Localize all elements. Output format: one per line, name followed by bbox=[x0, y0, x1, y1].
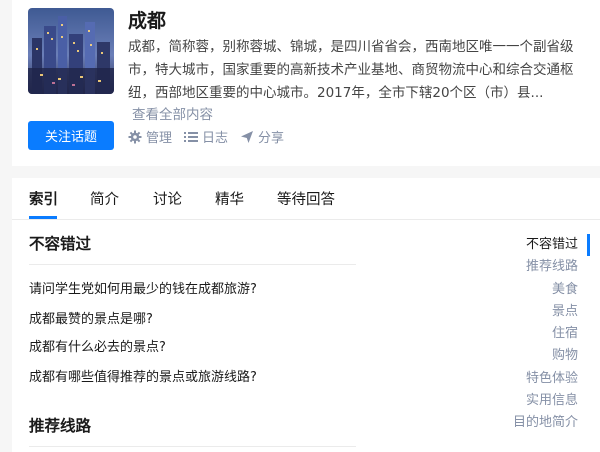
log-label: 日志 bbox=[202, 131, 229, 146]
toc-item-must-see[interactable]: 不容错过 bbox=[488, 234, 578, 256]
tab-discussion[interactable]: 讨论 bbox=[153, 188, 182, 209]
section-divider bbox=[29, 264, 356, 265]
topic-description-line: 成都，简称蓉，别称蓉城、锦城，是四川省省会，西南地区唯一一个副省级 bbox=[128, 39, 574, 55]
topic-content-card: 索引 简介 讨论 精华 等待回答 不容错过 请问学生党如何用最少的钱在成都旅游?… bbox=[12, 178, 600, 452]
send-icon bbox=[240, 130, 254, 144]
toc-item-lodging[interactable]: 住宿 bbox=[488, 323, 578, 345]
topic-tabs: 索引 简介 讨论 精华 等待回答 bbox=[12, 178, 600, 220]
gear-icon bbox=[128, 130, 142, 144]
view-all-content-link[interactable]: 查看全部内容 bbox=[132, 103, 213, 123]
topic-title: 成都 bbox=[128, 10, 167, 32]
question-link[interactable]: 成都有哪些值得推荐的景点或旅游线路? bbox=[29, 366, 257, 385]
list-icon bbox=[184, 131, 198, 143]
follow-topic-button[interactable]: 关注话题 bbox=[28, 121, 114, 150]
question-link[interactable]: 请问学生党如何用最少的钱在成都旅游? bbox=[29, 278, 257, 297]
toc-active-indicator bbox=[587, 234, 590, 256]
toc-item-experiences[interactable]: 特色体验 bbox=[488, 368, 578, 390]
section-title: 不容错过 bbox=[29, 235, 92, 253]
manage-button[interactable]: 管理 bbox=[128, 127, 172, 146]
toc-item-routes[interactable]: 推荐线路 bbox=[488, 256, 578, 278]
toc-item-destination-intro[interactable]: 目的地简介 bbox=[488, 412, 578, 434]
tab-featured[interactable]: 精华 bbox=[215, 188, 244, 209]
tab-index[interactable]: 索引 bbox=[29, 188, 58, 209]
log-button[interactable]: 日志 bbox=[184, 127, 228, 146]
toc-item-practical-info[interactable]: 实用信息 bbox=[488, 390, 578, 412]
question-link[interactable]: 成都最赞的景点是哪? bbox=[29, 308, 153, 327]
manage-label: 管理 bbox=[146, 131, 173, 146]
question-link[interactable]: 成都有什么必去的景点? bbox=[29, 336, 166, 355]
tab-intro[interactable]: 简介 bbox=[90, 188, 119, 209]
topic-header-card: 成都 成都，简称蓉，别称蓉城、锦城，是四川省省会，西南地区唯一一个副省级 市，特… bbox=[12, 0, 600, 166]
share-label: 分享 bbox=[258, 131, 285, 146]
toc-item-shopping[interactable]: 购物 bbox=[488, 345, 578, 367]
tab-awaiting-answers[interactable]: 等待回答 bbox=[277, 188, 335, 209]
section-title: 推荐线路 bbox=[29, 417, 92, 435]
section-divider bbox=[29, 446, 356, 447]
table-of-contents: 不容错过 推荐线路 美食 景点 住宿 购物 特色体验 实用信息 目的地简介 bbox=[488, 234, 578, 435]
share-button[interactable]: 分享 bbox=[240, 127, 284, 146]
topic-description-line: 市，特大城市，国家重要的高新技术产业基地、商贸物流中心和综合交通枢 bbox=[128, 62, 574, 78]
active-tab-indicator bbox=[29, 216, 57, 219]
topic-description: 成都，简称蓉，别称蓉城、锦城，是四川省省会，西南地区唯一一个副省级 市，特大城市… bbox=[128, 36, 574, 105]
topic-city-image bbox=[28, 8, 114, 94]
topic-description-line: 纽，西部地区重要的中心城市。2017年，全市下辖20个区（市）县... bbox=[128, 85, 544, 101]
toc-item-attractions[interactable]: 景点 bbox=[488, 301, 578, 323]
toc-item-food[interactable]: 美食 bbox=[488, 279, 578, 301]
